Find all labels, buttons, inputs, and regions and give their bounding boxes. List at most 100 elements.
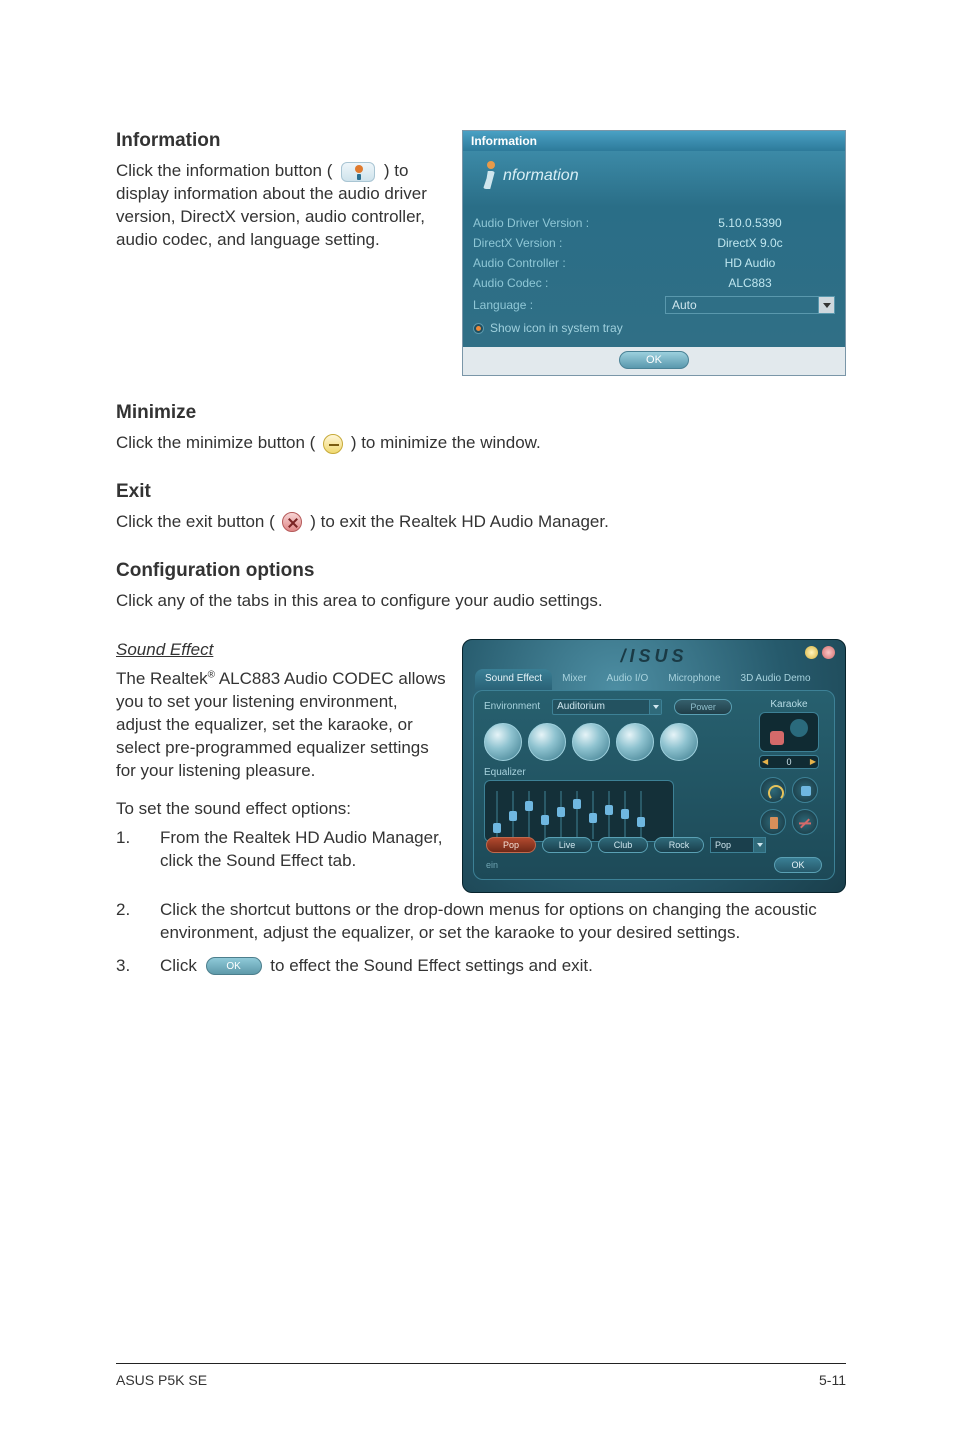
preset-select-value: Pop: [715, 840, 731, 850]
eq-slider[interactable]: [603, 791, 615, 839]
directx-version-value: DirectX 9.0c: [665, 236, 835, 250]
dialog-title: Information: [463, 131, 845, 151]
eq-slider[interactable]: [491, 791, 503, 839]
chevron-down-icon: [818, 297, 834, 313]
chevron-down-icon: [649, 700, 661, 714]
ok-button[interactable]: OK: [619, 351, 689, 369]
step-number: 3.: [116, 955, 134, 978]
step-number: 2.: [116, 899, 134, 945]
minimize-heading: Minimize: [116, 402, 846, 424]
directx-version-label: DirectX Version :: [473, 236, 562, 250]
config-body: Click any of the tabs in this area to co…: [116, 590, 846, 613]
close-icon: [282, 512, 302, 532]
delete-icon[interactable]: [787, 803, 824, 840]
text: Click the information button (: [116, 161, 337, 180]
text: Click the minimize button (: [116, 433, 315, 452]
karaoke-stepper[interactable]: ◀ 0 ▶: [759, 755, 819, 769]
close-icon[interactable]: [822, 646, 835, 659]
step-text: From the Realtek HD Audio Manager, click…: [160, 827, 446, 873]
realtek-audio-manager-panel: /ISUS Sound Effect Mixer Audio I/O Micro…: [462, 639, 846, 893]
text: to effect the Sound Effect settings and …: [270, 956, 593, 975]
step-text: Click the shortcut buttons or the drop-d…: [160, 899, 846, 945]
audio-controller-value: HD Audio: [665, 256, 835, 270]
preset-rock-button[interactable]: Rock: [654, 837, 704, 853]
information-body: Click the information button ( ) to disp…: [116, 160, 446, 252]
save-icon[interactable]: [792, 777, 818, 803]
env-preset-icon[interactable]: [572, 723, 610, 761]
language-value: Auto: [672, 298, 697, 312]
footer-note: ein: [486, 860, 498, 870]
config-heading: Configuration options: [116, 560, 846, 582]
ok-button[interactable]: OK: [774, 857, 822, 873]
chevron-left-icon: ◀: [762, 757, 768, 766]
power-button[interactable]: Power: [674, 699, 732, 715]
minimize-icon[interactable]: [805, 646, 818, 659]
text: ) to minimize the window.: [351, 433, 541, 452]
radio-icon: [473, 323, 484, 334]
eq-slider[interactable]: [523, 791, 535, 839]
text: Click the exit button (: [116, 512, 275, 531]
language-label: Language :: [473, 298, 533, 312]
show-tray-icon-option[interactable]: Show icon in system tray: [473, 317, 835, 337]
karaoke-label: Karaoke: [754, 699, 824, 710]
eq-slider[interactable]: [587, 791, 599, 839]
sound-effect-intro: To set the sound effect options:: [116, 798, 446, 821]
step-3: 3. Click OK to effect the Sound Effect s…: [116, 955, 846, 978]
eq-slider[interactable]: [635, 791, 647, 839]
preset-club-button[interactable]: Club: [598, 837, 648, 853]
equalizer-panel[interactable]: [484, 780, 674, 842]
tab-3d-audio-demo[interactable]: 3D Audio Demo: [731, 669, 821, 690]
driver-version-value: 5.10.0.5390: [665, 216, 835, 230]
page-footer: ASUS P5K SE 5-11: [116, 1363, 846, 1388]
information-heading: Information: [116, 130, 446, 152]
step-2: 2. Click the shortcut buttons or the dro…: [116, 899, 846, 945]
headphone-icon[interactable]: [760, 777, 786, 803]
show-tray-label: Show icon in system tray: [490, 321, 623, 335]
driver-version-label: Audio Driver Version :: [473, 216, 589, 230]
load-icon[interactable]: [760, 809, 786, 835]
audio-codec-label: Audio Codec :: [473, 276, 548, 290]
text: ) to exit the Realtek HD Audio Manager.: [310, 512, 609, 531]
environment-label: Environment: [484, 701, 540, 712]
preset-live-button[interactable]: Live: [542, 837, 592, 853]
eq-slider[interactable]: [539, 791, 551, 839]
eq-slider[interactable]: [507, 791, 519, 839]
audio-controller-label: Audio Controller :: [473, 256, 566, 270]
env-preset-icon[interactable]: [660, 723, 698, 761]
info-large-icon: [475, 161, 497, 191]
registered-mark: ®: [208, 669, 215, 680]
dialog-header-text: nformation: [503, 167, 579, 185]
tab-microphone[interactable]: Microphone: [658, 669, 730, 690]
step-number: 1.: [116, 827, 134, 873]
eq-slider[interactable]: [619, 791, 631, 839]
exit-body: Click the exit button ( ) to exit the Re…: [116, 511, 846, 534]
karaoke-display: [759, 712, 819, 752]
step-1: 1. From the Realtek HD Audio Manager, cl…: [116, 827, 446, 873]
exit-heading: Exit: [116, 481, 846, 503]
eq-slider[interactable]: [555, 791, 567, 839]
eq-slider[interactable]: [571, 791, 583, 839]
language-select[interactable]: Auto: [665, 296, 835, 314]
tab-sound-effect[interactable]: Sound Effect: [475, 669, 552, 690]
environment-value: Auditorium: [557, 701, 605, 712]
env-preset-icon[interactable]: [484, 723, 522, 761]
sound-effect-body: The Realtek® ALC883 Audio CODEC allows y…: [116, 668, 446, 783]
text: Click: [160, 956, 202, 975]
asus-logo: /ISUS: [620, 646, 687, 666]
preset-select[interactable]: Pop: [710, 837, 766, 853]
sound-effect-subheading: Sound Effect: [116, 639, 446, 662]
footer-left: ASUS P5K SE: [116, 1372, 207, 1388]
env-preset-icon[interactable]: [616, 723, 654, 761]
environment-select[interactable]: Auditorium: [552, 699, 662, 715]
tab-audio-io[interactable]: Audio I/O: [597, 669, 659, 690]
chevron-right-icon: ▶: [810, 757, 816, 766]
preset-pop-button[interactable]: Pop: [486, 837, 536, 853]
tab-mixer[interactable]: Mixer: [552, 669, 596, 690]
tabs: Sound Effect Mixer Audio I/O Microphone …: [463, 669, 845, 690]
step-text: Click OK to effect the Sound Effect sett…: [160, 955, 593, 978]
karaoke-value: 0: [786, 757, 791, 767]
env-preset-icon[interactable]: [528, 723, 566, 761]
information-dialog: Information nformation Audio Driver Vers…: [462, 130, 846, 376]
audio-codec-value: ALC883: [665, 276, 835, 290]
chevron-down-icon: [753, 838, 765, 852]
